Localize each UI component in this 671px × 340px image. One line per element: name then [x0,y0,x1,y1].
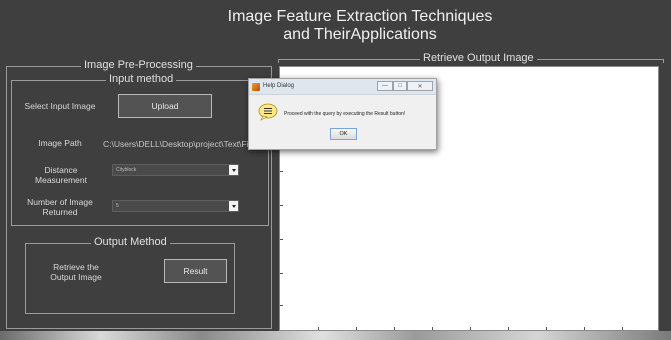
distance-label-line2: Measurement [35,175,87,185]
count-label-line1: Number of Image [27,197,93,207]
number-of-images-label: Number of Image Returned [10,197,110,217]
app-title-line2: and TheirApplications [283,26,437,43]
help-dialog-message: Proceed with the query by executing the … [284,111,406,117]
select-input-image-label: Select Input Image [24,101,96,111]
image-path-label: Image Path [38,138,82,148]
app-title: Image Feature Extraction Techniques and … [150,8,570,44]
x-axis-tick [356,327,357,330]
minimize-button[interactable]: — [377,81,393,91]
x-axis-tick [470,327,471,330]
retrieve-output-title: Retrieve Output Image [420,52,537,65]
y-axis-tick [280,171,283,172]
count-label-line2: Returned [42,207,78,217]
distance-measurement-value: Cityblock [116,167,137,173]
x-axis-tick [318,327,319,330]
ok-button[interactable]: OK [330,128,357,140]
help-dialog-titlebar[interactable]: Help Dialog — □ ✕ [249,79,436,95]
number-of-images-value: 5 [116,203,119,209]
x-axis-tick [584,327,585,330]
y-axis-tick [280,205,283,206]
close-button[interactable]: ✕ [407,81,433,91]
result-button[interactable]: Result [164,259,227,283]
taskbar [0,331,671,340]
help-dialog: Help Dialog — □ ✕ Proceed with the query… [248,78,437,150]
y-axis-tick [280,239,283,240]
y-axis-tick [280,273,283,274]
upload-button[interactable]: Upload [118,94,212,118]
distance-label-line1: Distance [44,165,78,175]
retrieve-label-line1: Retrieve the [53,262,99,272]
number-of-images-select[interactable]: 5 [112,200,239,212]
help-dialog-title: Help Dialog [263,83,295,89]
retrieve-label-line2: Output Image [50,272,102,282]
x-axis-tick [546,327,547,330]
output-method-title: Output Method [91,236,170,249]
retrieve-output-label: Retrieve the Output Image [40,262,112,282]
chevron-down-icon[interactable] [229,165,238,175]
distance-measurement-select[interactable]: Cityblock [112,164,239,176]
maximize-button[interactable]: □ [393,81,407,91]
chevron-down-icon[interactable] [229,201,238,211]
y-axis-tick [280,305,283,306]
x-axis-tick [508,327,509,330]
app-title-line1: Image Feature Extraction Techniques [227,8,493,25]
preprocessing-title: Image Pre-Processing [81,59,196,72]
x-axis-tick [622,327,623,330]
retrieve-output-panel: Retrieve Output Image [278,52,664,65]
input-method-title: Input method [106,73,177,86]
distance-measurement-label: Distance Measurement [25,165,97,185]
x-axis-tick [394,327,395,330]
help-speech-bubble-icon [258,103,278,121]
x-axis-tick [432,327,433,330]
image-path-field[interactable]: C:\Users\DELL\Desktop\project\Text\Fi [103,139,263,151]
matlab-icon [252,83,260,91]
